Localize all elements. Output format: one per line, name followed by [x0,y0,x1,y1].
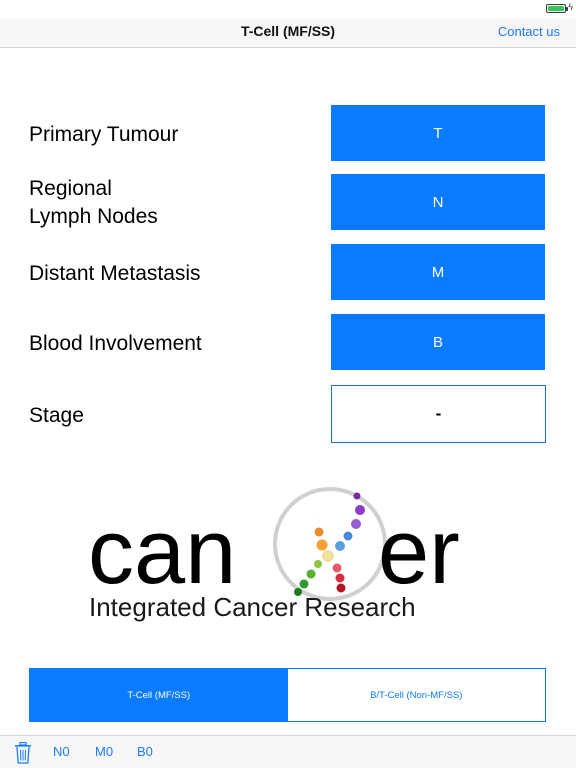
regional-lymph-nodes-label: Regional Lymph Nodes [29,175,158,231]
logo-tagline: Integrated Cancer Research [89,592,416,622]
logo-wordmark-left: can [88,501,236,603]
cancer-logo: can er Integrated Cancer Research [88,487,460,622]
segment-t-cell[interactable]: T-Cell (MF/SS) [30,669,288,721]
distant-metastasis-button[interactable]: M [331,244,545,300]
toolbar-m-value[interactable]: M0 [95,744,113,759]
stage-label: Stage [29,404,84,427]
status-bar: ϟ [0,0,576,18]
primary-tumour-button[interactable]: T [331,105,545,161]
logo-ring [273,487,387,601]
contact-us-link[interactable]: Contact us [498,24,560,39]
distant-metastasis-label: Distant Metastasis [29,262,201,285]
cell-type-segmented-control: T-Cell (MF/SS) B/T-Cell (Non-MF/SS) [29,668,546,722]
regional-lymph-nodes-label-line2: Lymph Nodes [29,205,158,228]
charging-icon: ϟ [568,2,573,12]
navigation-bar: T-Cell (MF/SS) Contact us [0,18,576,48]
bottom-toolbar: N0 M0 B0 [0,735,576,768]
regional-lymph-nodes-button[interactable]: N [331,174,545,230]
regional-lymph-nodes-label-line1: Regional [29,177,112,200]
primary-tumour-label: Primary Tumour [29,123,179,146]
toolbar-n-value[interactable]: N0 [53,744,70,759]
battery-icon [546,4,568,13]
blood-involvement-button[interactable]: B [331,314,545,370]
logo-dots-icon [294,492,365,596]
page-title: T-Cell (MF/SS) [240,23,336,39]
trash-icon[interactable] [14,742,32,764]
blood-involvement-label: Blood Involvement [29,332,202,355]
logo-wordmark-right: er [378,501,460,603]
toolbar-b-value[interactable]: B0 [137,744,153,759]
segment-b-t-cell[interactable]: B/T-Cell (Non-MF/SS) [287,669,545,721]
stage-value: - [331,385,546,443]
